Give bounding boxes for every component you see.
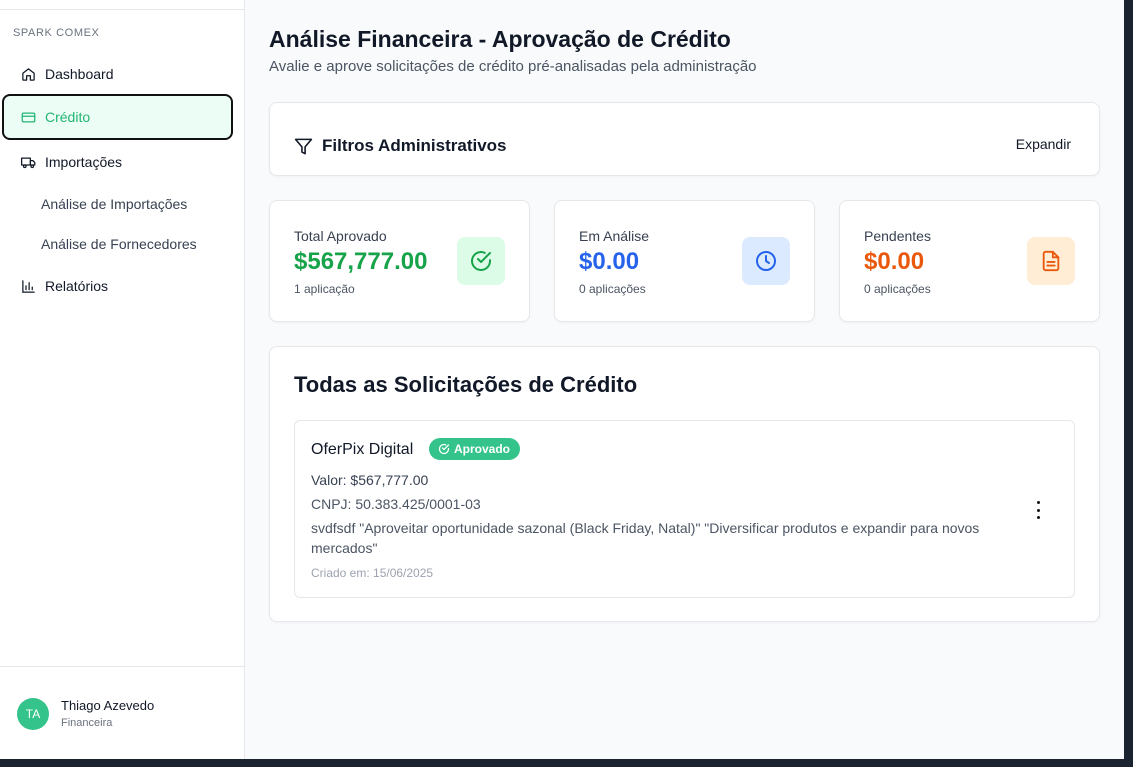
user-profile[interactable]: TA Thiago Azevedo Financeira <box>0 666 244 759</box>
stat-label: Pendentes <box>864 228 931 244</box>
request-cnpj: CNPJ: 50.383.425/0001-03 <box>311 496 481 512</box>
sidebar-item-relatorios[interactable]: Relatórios <box>2 263 233 309</box>
list-item[interactable]: OferPix Digital Aprovado Valor: $567,777… <box>294 420 1075 598</box>
check-circle-icon <box>457 237 505 285</box>
filter-icon <box>294 138 313 154</box>
truck-icon <box>20 154 36 170</box>
stat-label: Total Aprovado <box>294 228 387 244</box>
company-name: OferPix Digital <box>311 441 414 458</box>
user-role: Financeira <box>61 717 113 729</box>
stat-value: $567,777.00 <box>294 248 428 275</box>
sidebar: SPARK COMEX Dashboard Crédito Importaçõe… <box>0 0 245 759</box>
filters-title: Filtros Administrativos <box>294 136 507 156</box>
stat-value: $0.00 <box>864 248 925 275</box>
sidebar-item-label: Dashboard <box>45 66 114 82</box>
sidebar-item-credito[interactable]: Crédito <box>2 94 233 140</box>
stat-card-em-analise: Em Análise $0.00 0 aplicações <box>554 200 815 322</box>
app-window: SPARK COMEX Dashboard Crédito Importaçõe… <box>0 0 1124 759</box>
document-icon <box>1027 237 1075 285</box>
more-options-icon[interactable] <box>1032 501 1044 519</box>
stat-card-pendentes: Pendentes $0.00 0 aplicações <box>839 200 1100 322</box>
sidebar-item-label: Relatórios <box>45 278 109 294</box>
sidebar-item-dashboard[interactable]: Dashboard <box>2 51 233 97</box>
request-description: svdfsdf "Aproveitar oportunidade sazonal… <box>311 520 980 556</box>
brand-label: SPARK COMEX <box>13 27 100 39</box>
page-title: Análise Financeira - Aprovação de Crédit… <box>269 26 731 52</box>
sidebar-item-importacoes[interactable]: Importações <box>2 139 233 185</box>
page-subtitle: Avalie e aprove solicitações de crédito … <box>269 58 757 75</box>
clock-icon <box>742 237 790 285</box>
sidebar-subitem-analise-importacoes[interactable]: Análise de Importações <box>41 196 187 212</box>
sidebar-item-label: Importações <box>45 154 123 170</box>
avatar: TA <box>17 698 49 730</box>
divider <box>0 9 244 10</box>
request-created-date: Criado em: 15/06/2025 <box>311 566 434 580</box>
filters-panel: Filtros Administrativos Expandir <box>269 102 1100 176</box>
section-title: Todas as Solicitações de Crédito <box>294 372 638 397</box>
stat-label: Em Análise <box>579 228 650 244</box>
home-icon <box>20 66 36 82</box>
stat-count: 0 aplicações <box>579 282 646 296</box>
main-content: Análise Financeira - Aprovação de Crédit… <box>245 0 1124 759</box>
credit-requests-panel: Todas as Solicitações de Crédito OferPix… <box>269 346 1100 622</box>
sidebar-item-label: Crédito <box>45 109 91 125</box>
filters-title-label: Filtros Administrativos <box>322 136 507 155</box>
stat-count: 0 aplicações <box>864 282 931 296</box>
expand-filters-button[interactable]: Expandir <box>1016 136 1071 152</box>
bar-chart-icon <box>20 278 36 294</box>
status-badge-label: Aprovado <box>454 442 511 456</box>
stat-value: $0.00 <box>579 248 640 275</box>
stat-card-total-aprovado: Total Aprovado $567,777.00 1 aplicação <box>269 200 530 322</box>
check-circle-icon <box>438 443 450 455</box>
request-value: Valor: $567,777.00 <box>311 472 429 488</box>
stat-count: 1 aplicação <box>294 282 355 296</box>
sidebar-subitem-analise-fornecedores[interactable]: Análise de Fornecedores <box>41 236 197 252</box>
status-badge: Aprovado <box>429 438 521 460</box>
user-name: Thiago Azevedo <box>61 698 155 713</box>
credit-card-icon <box>20 109 36 125</box>
